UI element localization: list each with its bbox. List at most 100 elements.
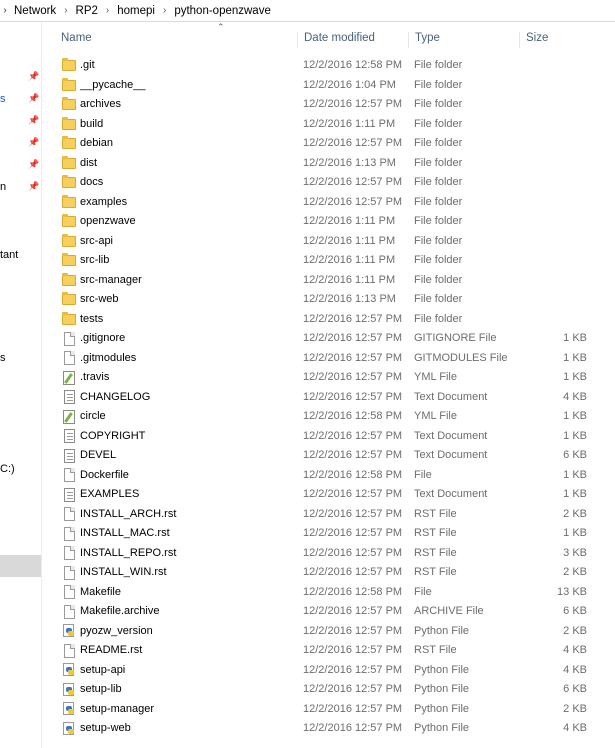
chevron-right-icon[interactable]: › [0, 1, 10, 21]
file-row[interactable]: Makefile.archive 12/2/2016 12:57 PM ARCHIV… [47, 602, 615, 622]
address-bar[interactable]: › Network › RP2 › homepi › python-openzw… [0, 0, 615, 22]
file-date: 12/2/2016 12:57 PM [303, 390, 403, 403]
breadcrumb-item-python-openzwave[interactable]: python-openzwave [170, 1, 275, 21]
file-row[interactable]: INSTALL_MAC.rst 12/2/2016 12:57 PM RST Fil… [47, 524, 615, 544]
file-name: Makefile [80, 585, 121, 598]
column-header-name[interactable]: Name [55, 32, 300, 48]
file-type: File folder [414, 176, 463, 188]
file-row[interactable]: circle 12/2/2016 12:58 PM YML File 1 KB [47, 407, 615, 427]
chevron-right-icon[interactable]: › [60, 5, 71, 16]
file-row[interactable]: COPYRIGHT 12/2/2016 12:57 PM Text Document… [47, 427, 615, 447]
file-date: 12/2/2016 12:57 PM [303, 644, 403, 656]
file-row[interactable]: src-web 12/2/2016 1:13 PM File folder [47, 290, 615, 310]
folder-icon [61, 115, 77, 135]
file-date: 12/2/2016 12:57 PM [303, 605, 403, 617]
file-name: CHANGELOG [80, 390, 151, 403]
file-row[interactable]: INSTALL_WIN.rst 12/2/2016 12:57 PM RST Fil… [47, 563, 615, 583]
nav-item-fragment[interactable]: n [0, 181, 6, 193]
file-row[interactable]: src-manager 12/2/2016 1:11 PM File folder [47, 271, 615, 291]
file-row[interactable]: .git 12/2/2016 12:58 PM File folder [47, 56, 615, 76]
pin-icon[interactable]: 📌 [28, 93, 39, 103]
file-type: File folder [414, 78, 463, 91]
file-name: circle [80, 410, 106, 422]
file-date: 12/2/2016 12:57 PM [303, 546, 403, 559]
breadcrumb-item-network[interactable]: Network › [10, 1, 72, 21]
file-row[interactable]: CHANGELOG 12/2/2016 12:57 PM Text Document… [47, 388, 615, 408]
file-date: 12/2/2016 12:57 PM [303, 429, 403, 442]
file-row[interactable]: Makefile 12/2/2016 12:58 PM File 13 KB [47, 583, 615, 603]
file-row[interactable]: README.rst 12/2/2016 12:57 PM RST File 4 KB [47, 641, 615, 661]
file-row[interactable]: src-api 12/2/2016 1:11 PM File folder [47, 232, 615, 252]
file-size [525, 251, 587, 271]
folder-icon [61, 154, 77, 174]
file-size: 6 KB [563, 605, 587, 617]
file-row[interactable]: build 12/2/2016 1:11 PM File folder [47, 115, 615, 135]
file-row[interactable]: DEVEL 12/2/2016 12:57 PM Text Document 6 KB [47, 446, 615, 466]
file-row[interactable]: examples 12/2/2016 12:57 PM File folder [47, 193, 615, 213]
file-icon [61, 466, 77, 486]
file-row[interactable]: pyozw_version 12/2/2016 12:57 PM Python Fi… [47, 622, 615, 642]
breadcrumb-item-rp2[interactable]: RP2 › [72, 1, 114, 21]
file-row[interactable]: INSTALL_ARCH.rst 12/2/2016 12:57 PM RST Fi… [47, 505, 615, 525]
file-row[interactable]: tests 12/2/2016 12:57 PM File folder [47, 310, 615, 330]
breadcrumb-item-homepi[interactable]: homepi › [113, 1, 170, 21]
pin-icon[interactable]: 📌 [28, 159, 39, 169]
file-name: .travis [80, 371, 110, 383]
nav-item-fragment[interactable]: tant [0, 249, 18, 261]
chevron-right-icon[interactable]: › [102, 5, 113, 16]
file-name: tests [80, 312, 104, 325]
file-date: 12/2/2016 1:13 PM [303, 293, 396, 305]
file-row[interactable]: setup-manager 12/2/2016 12:57 PM Python Fi… [47, 700, 615, 720]
file-date: 12/2/2016 12:57 PM [303, 683, 403, 695]
file-row[interactable]: __pycache__ 12/2/2016 1:04 PM File folder [47, 76, 615, 96]
file-row[interactable]: .gitignore 12/2/2016 12:57 PM GITIGNORE Fi… [47, 329, 615, 349]
file-row[interactable]: dist 12/2/2016 1:13 PM File folder [47, 154, 615, 174]
navigation-pane[interactable]: s n tant s C:) 📌 📌 📌 📌 📌 📌 [0, 22, 42, 748]
file-row[interactable]: src-lib 12/2/2016 1:11 PM File folder [47, 251, 615, 271]
file-row[interactable]: .travis 12/2/2016 12:57 PM YML File 1 KB [47, 368, 615, 388]
file-row[interactable]: .gitmodules 12/2/2016 12:57 PM GITMODULES … [47, 349, 615, 369]
file-type: Text Document [414, 449, 488, 461]
file-icon [61, 583, 77, 603]
folder-icon [61, 232, 77, 252]
file-row[interactable]: setup-web 12/2/2016 12:57 PM Python File 4 … [47, 719, 615, 739]
folder-icon [61, 56, 77, 76]
file-name: .git [80, 59, 95, 71]
file-type: File folder [414, 254, 463, 266]
nav-item-selected[interactable] [0, 555, 41, 577]
file-row[interactable]: INSTALL_REPO.rst 12/2/2016 12:57 PM RST Fi… [47, 544, 615, 564]
file-row[interactable]: openzwave 12/2/2016 1:11 PM File folder [47, 212, 615, 232]
file-icon [61, 524, 77, 544]
file-size: 1 KB [563, 351, 587, 364]
file-size [525, 56, 587, 76]
nav-item-fragment[interactable]: C:) [0, 463, 15, 475]
file-row[interactable]: archives 12/2/2016 12:57 PM File folder [47, 95, 615, 115]
column-header-type[interactable]: Type [408, 32, 518, 48]
python-icon [61, 622, 77, 642]
chevron-right-icon[interactable]: › [159, 5, 170, 16]
file-type: File folder [414, 293, 463, 305]
file-row[interactable]: debian 12/2/2016 12:57 PM File folder [47, 134, 615, 154]
file-row[interactable]: Dockerfile 12/2/2016 12:58 PM File 1 KB [47, 466, 615, 486]
pin-icon[interactable]: 📌 [28, 115, 39, 125]
column-header-date[interactable]: Date modified [297, 32, 407, 48]
file-date: 12/2/2016 1:13 PM [303, 156, 396, 169]
python-icon [61, 680, 77, 700]
file-row[interactable]: setup-api 12/2/2016 12:57 PM Python File 4 … [47, 661, 615, 681]
file-row[interactable]: setup-lib 12/2/2016 12:57 PM Python File 6 … [47, 680, 615, 700]
pin-icon[interactable]: 📌 [28, 71, 39, 81]
file-row[interactable]: EXAMPLES 12/2/2016 12:57 PM Text Document 1… [47, 485, 615, 505]
file-date: 12/2/2016 12:57 PM [303, 566, 403, 578]
nav-item-fragment[interactable]: s [0, 93, 6, 105]
folder-icon [61, 134, 77, 154]
pin-icon[interactable]: 📌 [28, 137, 39, 147]
file-row[interactable]: docs 12/2/2016 12:57 PM File folder [47, 173, 615, 193]
file-name: setup-manager [80, 702, 154, 715]
nav-item-fragment[interactable]: s [0, 352, 6, 364]
text-icon [61, 446, 77, 466]
file-type: File folder [414, 195, 463, 208]
file-list[interactable]: .git 12/2/2016 12:58 PM File folder __pycac… [47, 56, 615, 739]
column-header-size[interactable]: Size [519, 32, 609, 48]
pin-icon[interactable]: 📌 [28, 181, 39, 191]
file-size: 1 KB [563, 332, 587, 344]
